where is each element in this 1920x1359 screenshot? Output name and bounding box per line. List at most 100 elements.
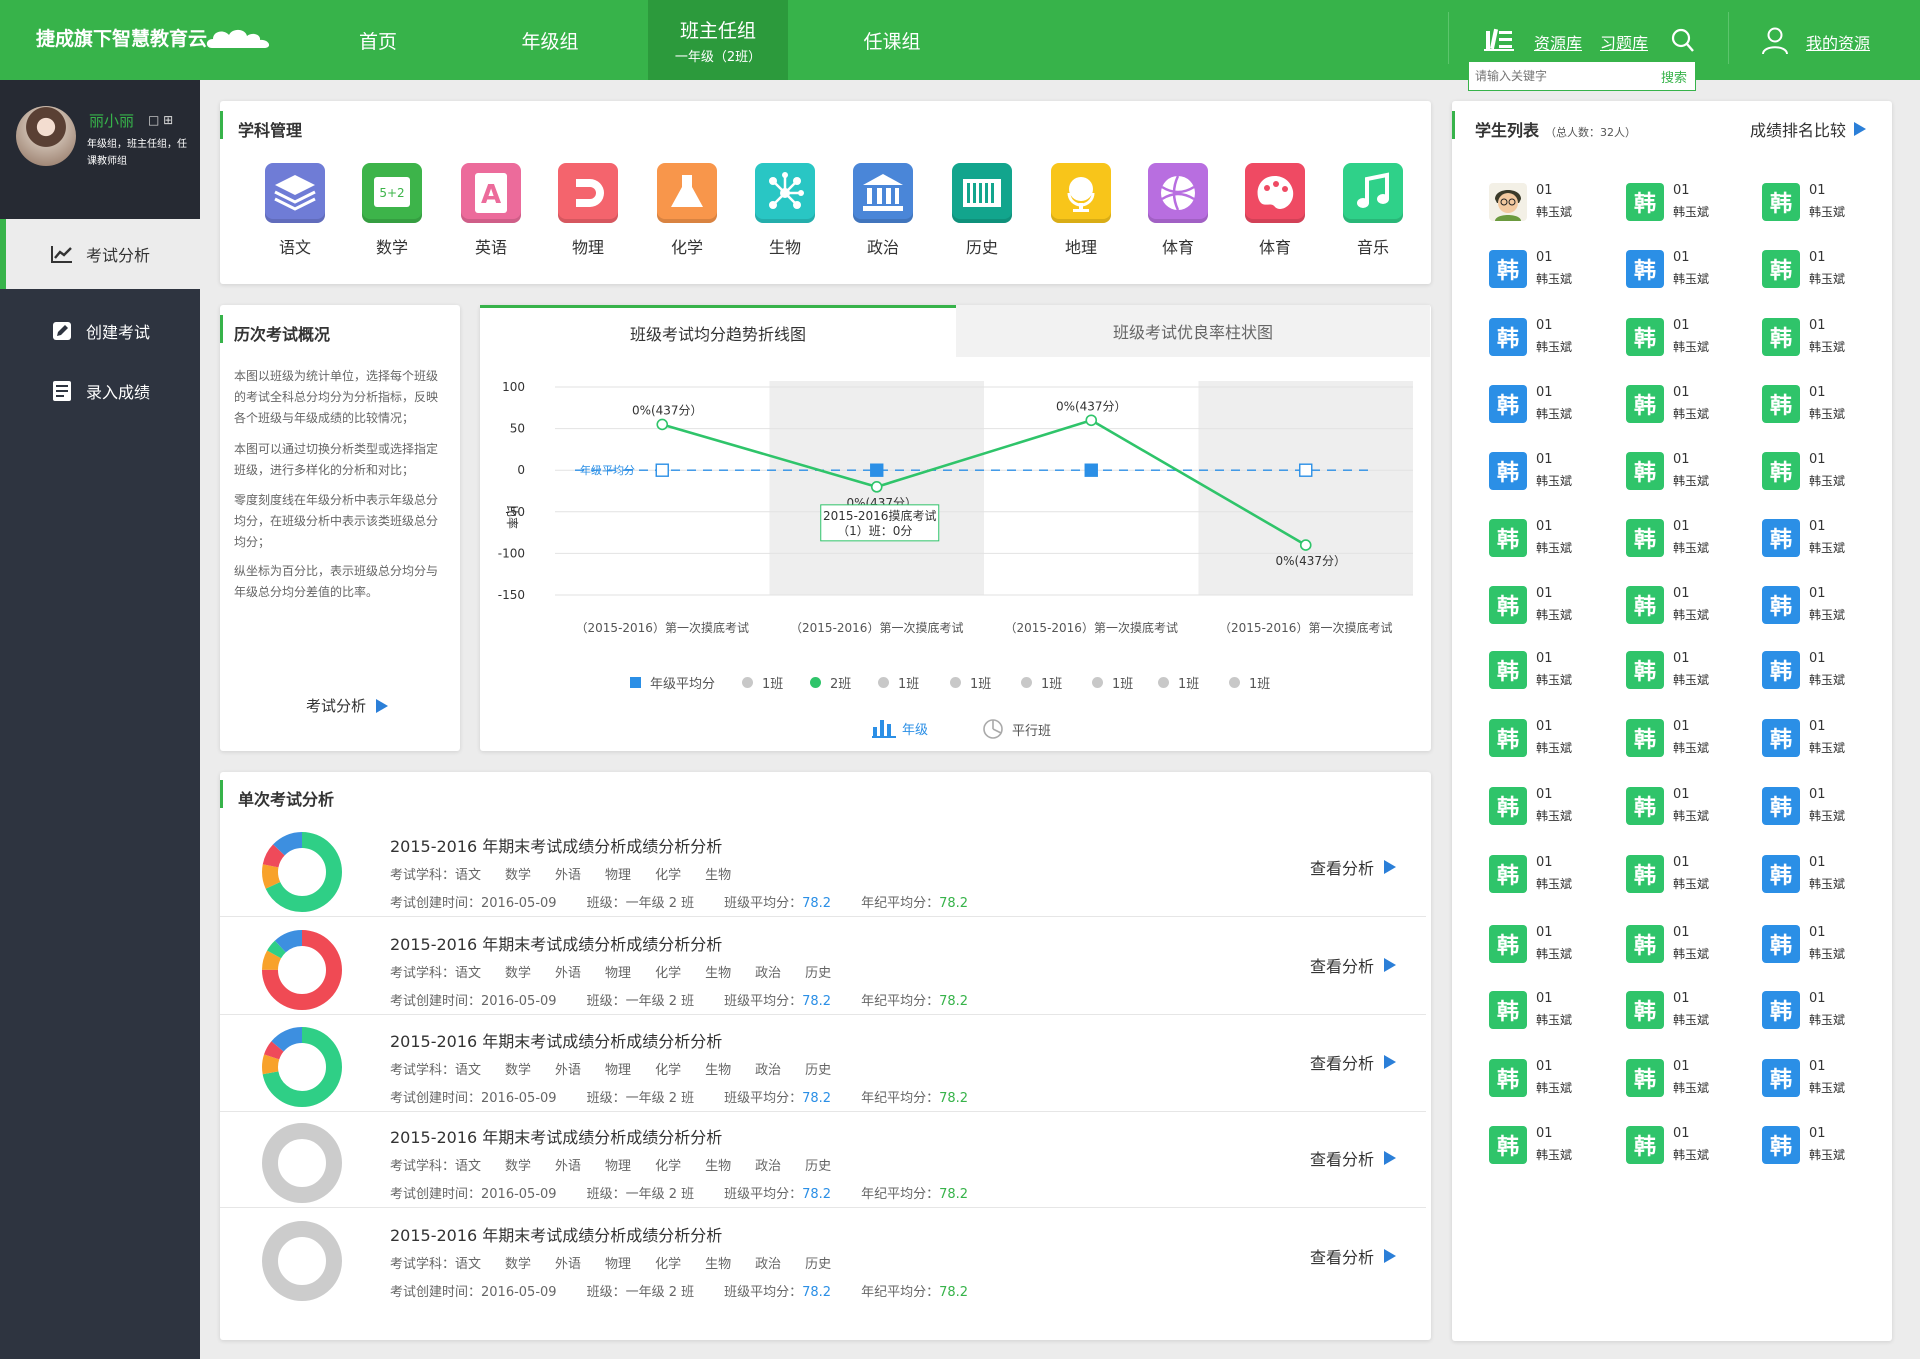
ranking-compare-link[interactable]: 成绩排名比较 [1750,117,1867,141]
student-item[interactable]: 韩 01 韩玉斌 [1626,1121,1746,1171]
student-item[interactable]: 韩 01 韩玉斌 [1626,245,1746,295]
subject-4[interactable]: 物理 [553,163,623,258]
student-item[interactable]: 韩 01 韩玉斌 [1762,714,1882,764]
subject-11[interactable]: 体育 [1240,163,1310,258]
legend-item[interactable]: 1班 [1229,673,1270,692]
legend-item[interactable]: 1班 [1092,673,1133,692]
student-item[interactable]: 韩 01 韩玉斌 [1626,514,1746,564]
student-item[interactable]: 韩 01 韩玉斌 [1489,850,1609,900]
user-name[interactable]: 丽小丽 [89,110,134,131]
class-2-point[interactable] [870,481,883,493]
student-item[interactable]: 韩 01 韩玉斌 [1489,245,1609,295]
student-item[interactable]: 韩 01 韩玉斌 [1762,1121,1882,1171]
avatar[interactable] [16,106,76,166]
subject-7[interactable]: 政治 [848,163,918,258]
student-item[interactable]: 韩 01 韩玉斌 [1626,1054,1746,1104]
grade-average-point[interactable] [870,463,884,477]
subject-8[interactable]: 历史 [947,163,1017,258]
student-item[interactable]: 韩 01 韩玉斌 [1489,1054,1609,1104]
class-2-point[interactable] [1299,539,1312,551]
student-item[interactable]: 韩 01 韩玉斌 [1626,920,1746,970]
legend-item[interactable]: 1班 [878,673,919,692]
search-input[interactable] [1475,67,1635,85]
search-icon[interactable] [1671,28,1695,54]
view-analysis-link[interactable]: 查看分析 [1310,953,1397,977]
my-resources-link[interactable]: 我的资源 [1806,30,1870,54]
toggle-grade[interactable]: 年级 [872,718,928,738]
student-item[interactable]: 韩 01 韩玉斌 [1762,245,1882,295]
legend-item[interactable]: 2班 [810,673,851,692]
grade-average-point[interactable] [1299,463,1313,477]
student-item[interactable]: 韩 01 韩玉斌 [1489,380,1609,430]
class-2-point[interactable] [1085,414,1098,427]
student-item[interactable]: 韩 01 韩玉斌 [1626,782,1746,832]
student-item[interactable]: 韩 01 韩玉斌 [1489,714,1609,764]
nav-home[interactable]: 首页 [340,0,416,80]
student-item[interactable]: 韩 01 韩玉斌 [1626,380,1746,430]
exercise-library-link[interactable]: 习题库 [1600,30,1648,54]
nav-head-teacher-group[interactable]: 班主任组 一年级（2班） [648,0,788,80]
subject-12[interactable]: 音乐 [1338,163,1408,258]
view-analysis-link[interactable]: 查看分析 [1310,855,1397,879]
view-analysis-link[interactable]: 查看分析 [1310,1244,1397,1268]
subject-9[interactable]: 地理 [1046,163,1116,258]
legend-item[interactable]: 年级平均分 [630,673,715,692]
student-item[interactable]: 韩 01 韩玉斌 [1762,514,1882,564]
class-2-point[interactable] [656,418,669,431]
exam-title[interactable]: 2015-2016 年期末考试成绩分析成绩分析分析 [390,931,722,955]
student-item[interactable]: 01 韩玉斌 [1489,178,1609,228]
exam-title[interactable]: 2015-2016 年期末考试成绩分析成绩分析分析 [390,833,722,857]
student-item[interactable]: 韩 01 韩玉斌 [1626,986,1746,1036]
grade-average-point[interactable] [655,463,669,477]
student-item[interactable]: 韩 01 韩玉斌 [1762,380,1882,430]
sidebar-item-exam-analysis[interactable]: 考试分析 [0,219,200,289]
toggle-parallel-class[interactable]: 平行班 [982,718,1051,740]
sidebar-item-enter-scores[interactable]: 录入成绩 [0,356,200,426]
view-analysis-link[interactable]: 查看分析 [1310,1050,1397,1074]
student-item[interactable]: 韩 01 韩玉斌 [1626,447,1746,497]
subject-1[interactable]: 语文 [260,163,330,258]
student-item[interactable]: 韩 01 韩玉斌 [1489,986,1609,1036]
grade-average-point[interactable] [1084,463,1098,477]
student-item[interactable]: 韩 01 韩玉斌 [1489,313,1609,363]
legend-item[interactable]: 1班 [950,673,991,692]
student-item[interactable]: 韩 01 韩玉斌 [1626,313,1746,363]
nav-subject-teacher-group[interactable]: 任课组 [850,0,934,80]
view-analysis-link[interactable]: 查看分析 [1310,1146,1397,1170]
student-item[interactable]: 韩 01 韩玉斌 [1489,581,1609,631]
student-item[interactable]: 韩 01 韩玉斌 [1489,920,1609,970]
subject-10[interactable]: 体育 [1143,163,1213,258]
student-item[interactable]: 韩 01 韩玉斌 [1762,850,1882,900]
student-item[interactable]: 韩 01 韩玉斌 [1762,313,1882,363]
student-item[interactable]: 韩 01 韩玉斌 [1626,646,1746,696]
student-item[interactable]: 韩 01 韩玉斌 [1489,646,1609,696]
student-item[interactable]: 韩 01 韩玉斌 [1762,581,1882,631]
exam-analysis-link[interactable]: 考试分析 [306,695,389,716]
message-settings-icons[interactable]: □ ⊞ [148,113,173,127]
legend-item[interactable]: 1班 [1158,673,1199,692]
nav-grade-group[interactable]: 年级组 [508,0,592,80]
student-item[interactable]: 韩 01 韩玉斌 [1762,1054,1882,1104]
student-item[interactable]: 韩 01 韩玉斌 [1489,1121,1609,1171]
legend-item[interactable]: 1班 [1021,673,1062,692]
resource-library-link[interactable]: 资源库 [1534,30,1582,54]
student-item[interactable]: 韩 01 韩玉斌 [1762,782,1882,832]
student-item[interactable]: 韩 01 韩玉斌 [1762,178,1882,228]
student-item[interactable]: 韩 01 韩玉斌 [1489,447,1609,497]
student-item[interactable]: 韩 01 韩玉斌 [1489,782,1609,832]
student-item[interactable]: 韩 01 韩玉斌 [1626,850,1746,900]
subject-5[interactable]: 化学 [652,163,722,258]
subject-2[interactable]: 5+2 数学 [357,163,427,258]
legend-item[interactable]: 1班 [742,673,783,692]
exam-title[interactable]: 2015-2016 年期末考试成绩分析成绩分析分析 [390,1222,722,1246]
student-item[interactable]: 韩 01 韩玉斌 [1626,581,1746,631]
subject-3[interactable]: A 英语 [456,163,526,258]
subject-6[interactable]: 生物 [750,163,820,258]
student-item[interactable]: 韩 01 韩玉斌 [1626,714,1746,764]
student-item[interactable]: 韩 01 韩玉斌 [1626,178,1746,228]
exam-title[interactable]: 2015-2016 年期末考试成绩分析成绩分析分析 [390,1124,722,1148]
search-button[interactable]: 搜索 [1661,67,1687,86]
student-item[interactable]: 韩 01 韩玉斌 [1762,646,1882,696]
student-item[interactable]: 韩 01 韩玉斌 [1762,986,1882,1036]
student-item[interactable]: 韩 01 韩玉斌 [1489,514,1609,564]
